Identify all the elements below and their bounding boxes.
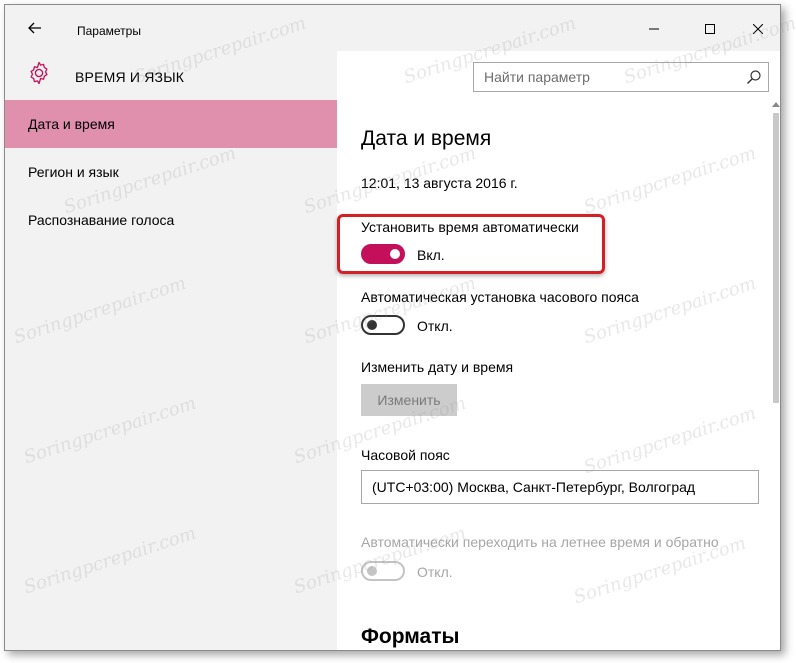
auto-timezone-toggle[interactable] xyxy=(361,315,405,335)
gear-icon xyxy=(30,61,48,85)
back-button[interactable] xyxy=(19,14,51,42)
page-title: Дата и время xyxy=(361,127,492,150)
settings-window: Параметры ВРЕМЯ И ЯЗЫК Дата и время Реги… xyxy=(4,4,781,651)
close-button[interactable] xyxy=(735,15,780,43)
window-title: Параметры xyxy=(77,24,141,38)
toggle-knob xyxy=(367,320,377,330)
auto-time-state: Вкл. xyxy=(417,247,445,263)
sidebar-item-label: Регион и язык xyxy=(28,164,119,180)
scroll-up-button[interactable] xyxy=(770,97,780,111)
sidebar-item-region-language[interactable]: Регион и язык xyxy=(5,148,337,196)
auto-timezone-state: Откл. xyxy=(417,318,453,334)
minimize-icon xyxy=(649,28,659,30)
close-icon xyxy=(753,24,763,34)
scrollbar[interactable] xyxy=(770,97,780,650)
formats-title: Форматы xyxy=(361,625,460,648)
sidebar: ВРЕМЯ И ЯЗЫК Дата и время Регион и язык … xyxy=(5,51,337,650)
sidebar-item-speech[interactable]: Распознавание голоса xyxy=(5,196,337,244)
search-box[interactable] xyxy=(473,62,769,92)
minimize-button[interactable] xyxy=(631,15,677,43)
sidebar-item-label: Дата и время xyxy=(28,116,115,132)
timezone-label: Часовой пояс xyxy=(361,447,450,463)
dst-label: Автоматически переходить на летнее время… xyxy=(361,534,719,550)
toggle-knob xyxy=(390,249,400,259)
back-arrow-icon xyxy=(28,22,41,34)
sidebar-item-date-time[interactable]: Дата и время xyxy=(5,100,337,148)
maximize-icon xyxy=(705,24,715,34)
search-input[interactable] xyxy=(474,63,734,91)
timezone-select[interactable]: (UTC+03:00) Москва, Санкт-Петербург, Вол… xyxy=(361,470,759,504)
maximize-button[interactable] xyxy=(687,15,733,43)
current-datetime: 12:01, 13 августа 2016 г. xyxy=(361,175,518,191)
dst-toggle[interactable] xyxy=(361,561,405,581)
timezone-selected-value: (UTC+03:00) Москва, Санкт-Петербург, Вол… xyxy=(372,479,696,495)
main-content: Дата и время 12:01, 13 августа 2016 г. У… xyxy=(337,97,770,650)
sidebar-item-label: Распознавание голоса xyxy=(28,212,175,228)
change-button[interactable]: Изменить xyxy=(361,384,457,416)
title-bar: Параметры xyxy=(5,5,780,51)
search-icon[interactable] xyxy=(746,69,762,85)
dst-state: Откл. xyxy=(417,564,453,580)
change-datetime-label: Изменить дату и время xyxy=(361,359,514,375)
scroll-thumb[interactable] xyxy=(773,113,779,403)
auto-time-toggle[interactable] xyxy=(361,244,405,264)
toggle-knob xyxy=(367,566,377,576)
section-title: ВРЕМЯ И ЯЗЫК xyxy=(75,69,185,85)
auto-time-label: Установить время автоматически xyxy=(361,219,579,235)
auto-timezone-label: Автоматическая установка часового пояса xyxy=(361,289,639,305)
chevron-up-icon xyxy=(772,102,780,107)
